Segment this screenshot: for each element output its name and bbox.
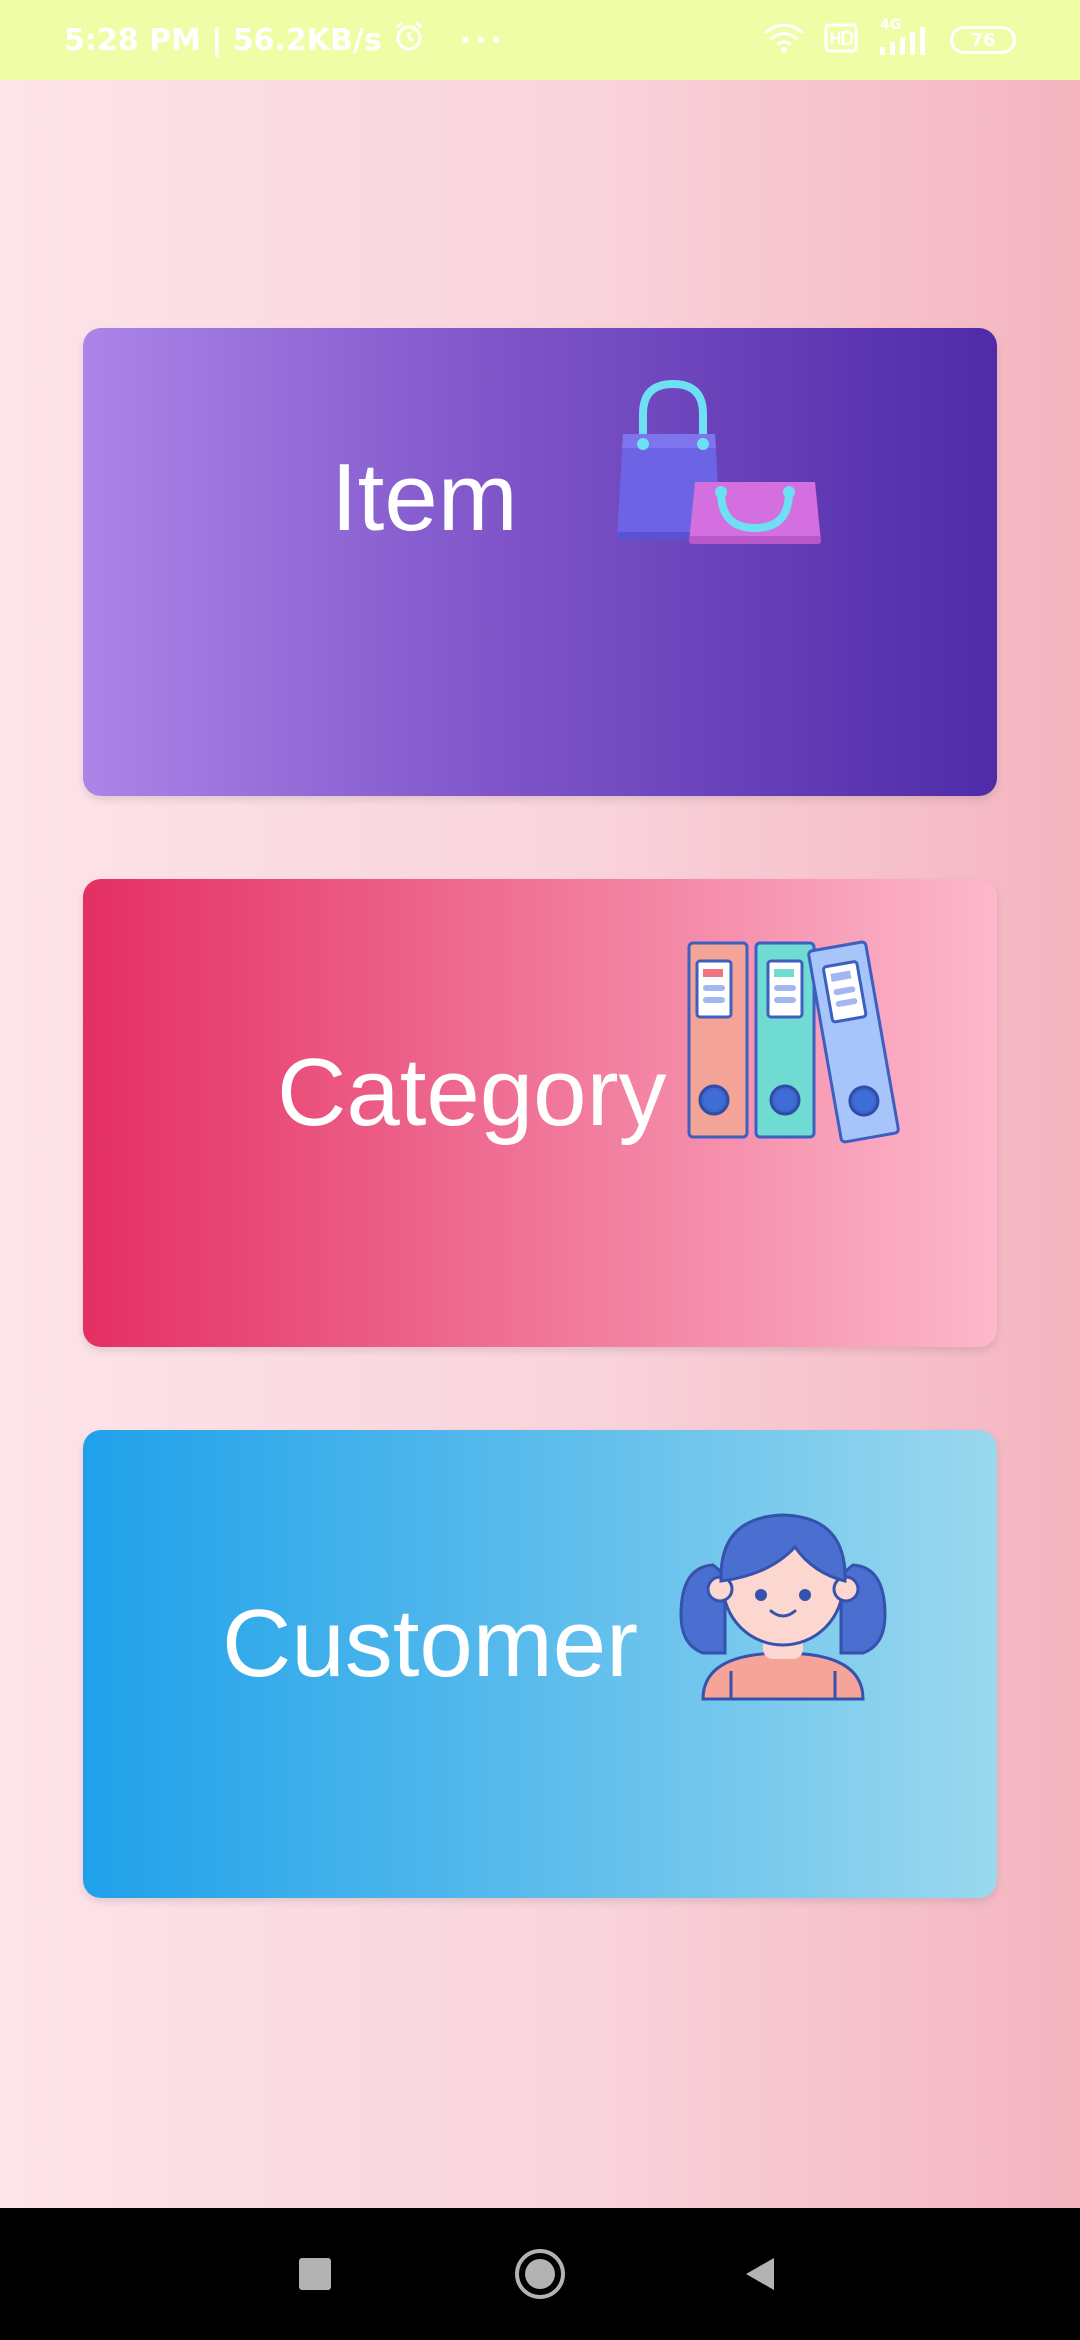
category-card-label: Category (277, 1039, 667, 1146)
hd-icon (824, 21, 858, 59)
item-card[interactable]: Item (83, 328, 997, 796)
shopping-bags-icon (603, 378, 843, 618)
binders-icon (683, 939, 923, 1159)
item-card-label: Item (331, 444, 518, 551)
battery-level: 76 (970, 29, 996, 51)
status-right: 4G 76 (762, 17, 1016, 59)
category-card[interactable]: Category (83, 879, 997, 1347)
customer-card[interactable]: Customer (83, 1430, 997, 1898)
back-icon[interactable] (730, 2244, 790, 2304)
main-menu: Item Category Customer (0, 80, 1080, 2208)
alarm-icon (392, 19, 426, 61)
status-bar: 5:28 PM | 56.2KB/s ··· 4G 76 (0, 0, 1080, 80)
more-indicator: ··· (459, 22, 506, 58)
battery-icon: 76 (950, 26, 1016, 54)
status-left: 5:28 PM | 56.2KB/s ··· (64, 19, 506, 61)
recents-icon[interactable] (285, 2244, 345, 2304)
signal-icon: 4G (876, 17, 932, 57)
home-icon[interactable] (510, 2244, 570, 2304)
status-time-speed: 5:28 PM | 56.2KB/s (64, 22, 382, 58)
navigation-bar (0, 2208, 1080, 2340)
wifi-icon (762, 21, 806, 59)
customer-card-label: Customer (222, 1590, 639, 1697)
girl-avatar-icon (673, 1485, 893, 1725)
